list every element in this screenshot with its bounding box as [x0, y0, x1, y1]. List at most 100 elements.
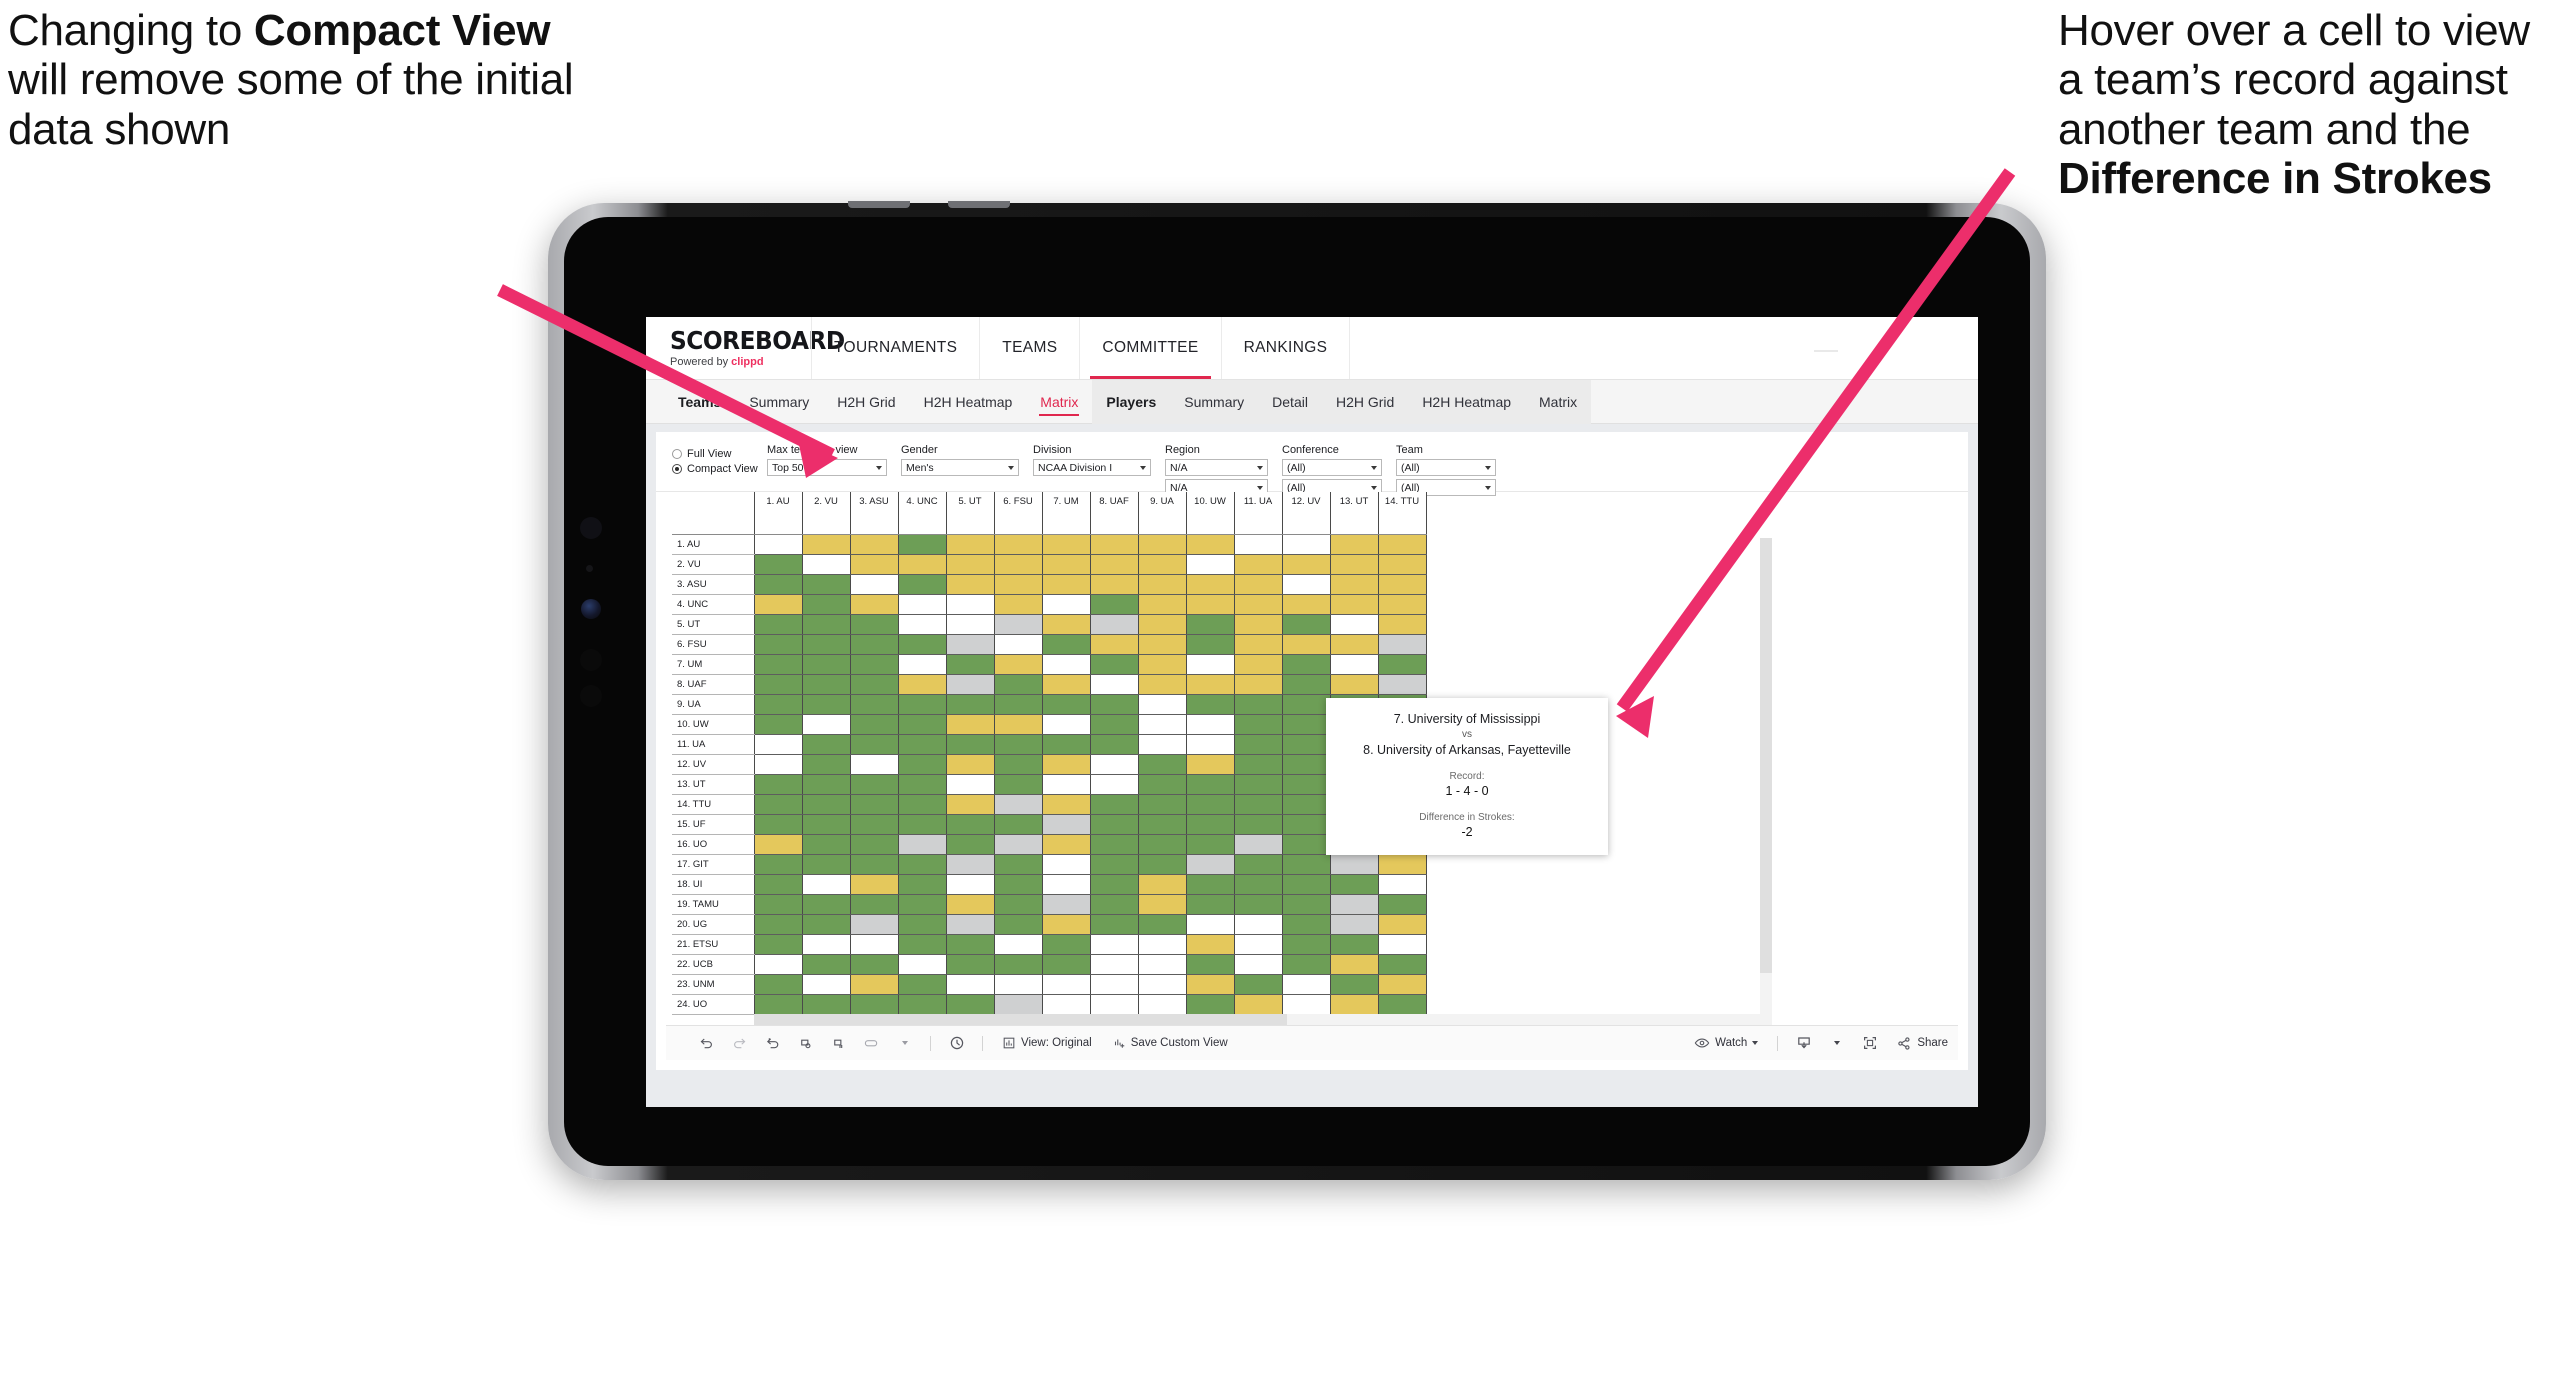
matrix-cell[interactable]	[754, 994, 803, 1015]
matrix-cell[interactable]	[1042, 954, 1091, 975]
matrix-cell[interactable]	[946, 814, 995, 835]
matrix-cell[interactable]	[1090, 714, 1139, 735]
matrix-cell[interactable]	[850, 694, 899, 715]
matrix-cell[interactable]	[1138, 994, 1187, 1015]
matrix-cell[interactable]	[1378, 954, 1427, 975]
matrix-cell[interactable]	[802, 654, 851, 675]
subnav-players-summary[interactable]: Summary	[1170, 380, 1258, 424]
matrix-cell[interactable]	[1378, 934, 1427, 955]
matrix-cell[interactable]	[994, 834, 1043, 855]
topnav-item-teams[interactable]: TEAMS	[979, 317, 1079, 379]
matrix-row-header[interactable]: 5. UT	[672, 614, 755, 635]
matrix-cell[interactable]	[946, 954, 995, 975]
matrix-row-header[interactable]: 3. ASU	[672, 574, 755, 595]
matrix-cell[interactable]	[1138, 974, 1187, 995]
matrix-cell[interactable]	[946, 914, 995, 935]
matrix-cell[interactable]	[1042, 634, 1091, 655]
matrix-cell[interactable]	[1090, 974, 1139, 995]
matrix-cell[interactable]	[1282, 534, 1331, 555]
matrix-cell[interactable]	[850, 814, 899, 835]
matrix-cell[interactable]	[1090, 654, 1139, 675]
matrix-cell[interactable]	[1090, 614, 1139, 635]
matrix-cell[interactable]	[1042, 934, 1091, 955]
matrix-cell[interactable]	[1138, 914, 1187, 935]
redo-icon[interactable]	[723, 1026, 756, 1061]
matrix-cell[interactable]	[994, 974, 1043, 995]
subnav-teams-h2h-heatmap[interactable]: H2H Heatmap	[910, 380, 1027, 424]
view-original-button[interactable]: View: Original	[992, 1036, 1102, 1050]
matrix-cell[interactable]	[994, 894, 1043, 915]
matrix-cell[interactable]	[1186, 714, 1235, 735]
matrix-cell[interactable]	[898, 654, 947, 675]
matrix-cell[interactable]	[1138, 754, 1187, 775]
clock-icon[interactable]	[940, 1026, 973, 1061]
matrix-cell[interactable]	[754, 934, 803, 955]
select-team-1[interactable]: (All)	[1396, 459, 1496, 476]
matrix-cell[interactable]	[754, 774, 803, 795]
matrix-cell[interactable]	[802, 894, 851, 915]
matrix-cell[interactable]	[1090, 814, 1139, 835]
matrix-row-header[interactable]: 4. UNC	[672, 594, 755, 615]
matrix-cell[interactable]	[802, 914, 851, 935]
matrix-cell[interactable]	[1138, 734, 1187, 755]
matrix-cell[interactable]	[1234, 994, 1283, 1015]
matrix-cell[interactable]	[898, 934, 947, 955]
matrix-cell[interactable]	[802, 794, 851, 815]
matrix-cell[interactable]	[994, 694, 1043, 715]
matrix-cell[interactable]	[1186, 674, 1235, 695]
matrix-cell[interactable]	[1138, 954, 1187, 975]
matrix-row-header[interactable]: 16. UO	[672, 834, 755, 855]
share-button[interactable]: Share	[1886, 1036, 1958, 1051]
matrix-cell[interactable]	[1090, 694, 1139, 715]
matrix-cell[interactable]	[850, 554, 899, 575]
matrix-cell[interactable]	[1138, 634, 1187, 655]
matrix-column-header[interactable]: 2. VU	[802, 492, 851, 535]
matrix-cell[interactable]	[1042, 694, 1091, 715]
matrix-cell[interactable]	[754, 854, 803, 875]
subnav-teams-h2h-grid[interactable]: H2H Grid	[823, 380, 909, 424]
matrix-cell[interactable]	[898, 954, 947, 975]
matrix-cell[interactable]	[994, 994, 1043, 1015]
matrix-cell[interactable]	[898, 974, 947, 995]
matrix-cell[interactable]	[1234, 754, 1283, 775]
matrix-cell[interactable]	[1042, 574, 1091, 595]
matrix-cell[interactable]	[850, 534, 899, 555]
matrix-cell[interactable]	[850, 634, 899, 655]
subnav-teams-matrix[interactable]: Matrix	[1026, 380, 1092, 424]
matrix-column-header[interactable]: 5. UT	[946, 492, 995, 535]
matrix-cell[interactable]	[802, 814, 851, 835]
matrix-cell[interactable]	[1282, 794, 1331, 815]
matrix-cell[interactable]	[898, 794, 947, 815]
matrix-row-header[interactable]: 18. UI	[672, 874, 755, 895]
matrix-row-header[interactable]: 21. ETSU	[672, 934, 755, 955]
matrix-cell[interactable]	[1186, 914, 1235, 935]
matrix-column-header[interactable]: 11. UA	[1234, 492, 1283, 535]
matrix-cell[interactable]	[1378, 854, 1427, 875]
matrix-cell[interactable]	[754, 754, 803, 775]
matrix-cell[interactable]	[1138, 614, 1187, 635]
matrix-cell[interactable]	[1282, 554, 1331, 575]
matrix-cell[interactable]	[1090, 734, 1139, 755]
matrix-cell[interactable]	[1234, 854, 1283, 875]
matrix-cell[interactable]	[850, 994, 899, 1015]
matrix-cell[interactable]	[946, 794, 995, 815]
matrix-cell[interactable]	[1186, 974, 1235, 995]
matrix-column-header[interactable]: 1. AU	[754, 492, 803, 535]
matrix-row-header[interactable]: 22. UCB	[672, 954, 755, 975]
matrix-cell[interactable]	[802, 614, 851, 635]
matrix-cell[interactable]	[1090, 794, 1139, 815]
matrix-cell[interactable]	[1138, 714, 1187, 735]
matrix-cell[interactable]	[1282, 574, 1331, 595]
matrix-column-header[interactable]: 8. UAF	[1090, 492, 1139, 535]
matrix-row-header[interactable]: 19. TAMU	[672, 894, 755, 915]
matrix-cell[interactable]	[994, 754, 1043, 775]
matrix-cell[interactable]	[850, 934, 899, 955]
matrix-cell[interactable]	[1282, 974, 1331, 995]
matrix-cell[interactable]	[1282, 874, 1331, 895]
topnav-item-rankings[interactable]: RANKINGS	[1220, 317, 1350, 379]
matrix-cell[interactable]	[1234, 574, 1283, 595]
matrix-cell[interactable]	[754, 734, 803, 755]
matrix-cell[interactable]	[1042, 754, 1091, 775]
matrix-cell[interactable]	[1234, 614, 1283, 635]
matrix-cell[interactable]	[1042, 774, 1091, 795]
